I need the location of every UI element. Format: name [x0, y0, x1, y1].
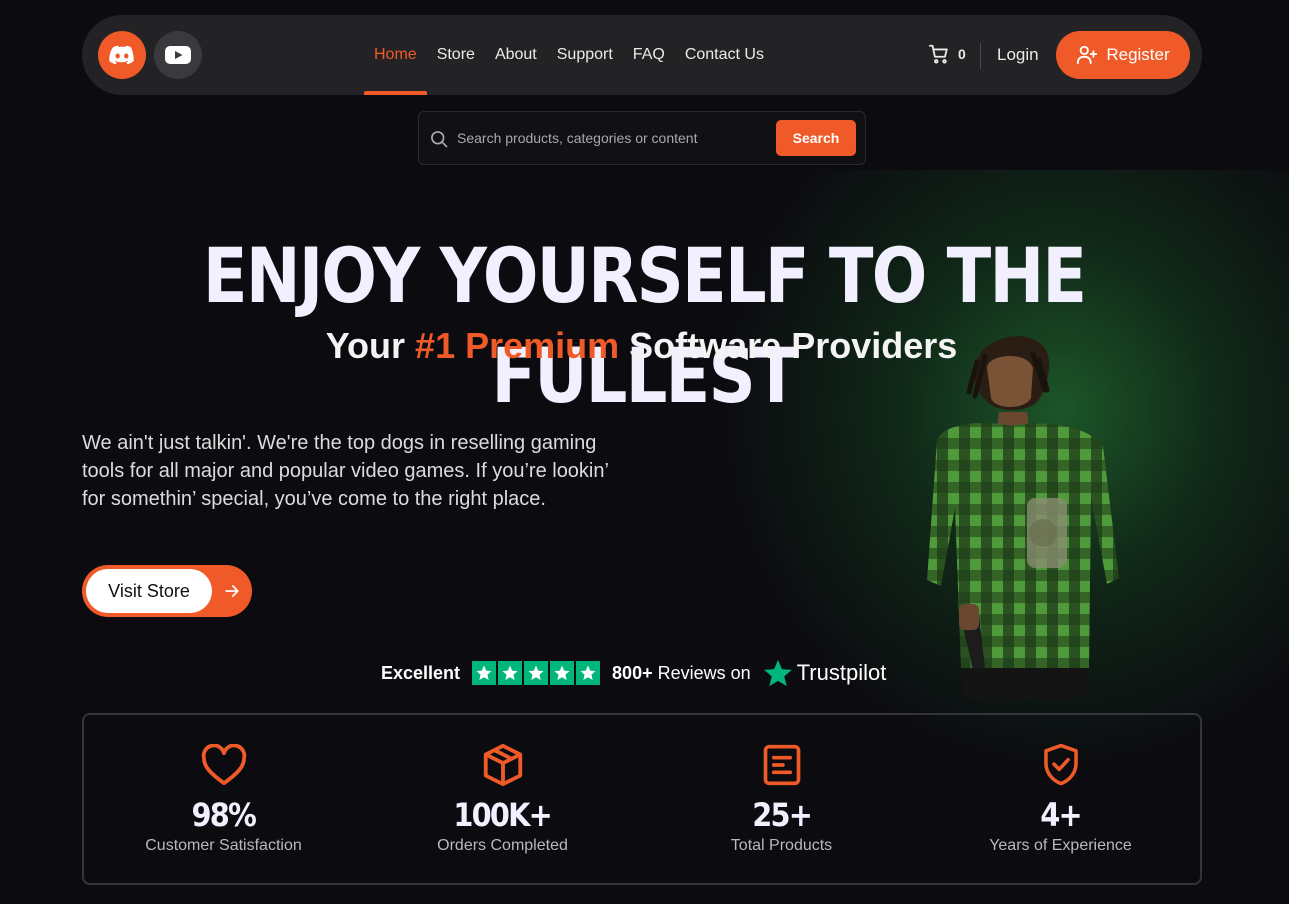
stat-value: 98%: [191, 796, 257, 834]
character-illustration: [927, 336, 1119, 698]
youtube-icon: [165, 46, 191, 64]
stat-value: 25+: [752, 796, 813, 834]
star-icon: [524, 661, 549, 685]
rating-text: Excellent: [381, 662, 461, 683]
main-nav: Home Store About Support FAQ Contact Us: [364, 15, 774, 95]
trustpilot-logo: Trustpilot: [763, 658, 887, 688]
stat-label: Orders Completed: [437, 837, 568, 854]
trustpilot-star-icon: [763, 659, 792, 687]
visit-store-button[interactable]: Visit Store: [82, 565, 252, 617]
trustpilot-brand: Trustpilot: [796, 660, 887, 685]
trustpilot-rating[interactable]: Excellent 800+ Reviews on Trustpilot: [381, 657, 886, 689]
register-button[interactable]: Register: [1056, 31, 1190, 79]
nav-divider: [980, 43, 981, 69]
stat-value: 100K+: [453, 796, 553, 834]
box-icon: [480, 741, 526, 789]
youtube-button[interactable]: [154, 31, 202, 79]
stats-panel: 98% Customer Satisfaction 100K+ Orders C…: [82, 713, 1202, 885]
star-icon: [550, 661, 575, 685]
stat-value: 4+: [1040, 796, 1082, 834]
nav-home[interactable]: Home: [364, 15, 427, 95]
search-icon: [431, 131, 448, 148]
rating-stars: [472, 661, 601, 685]
cart-count: 0: [958, 46, 966, 62]
subheadline-prefix: Your: [325, 325, 416, 366]
login-link[interactable]: Login: [997, 15, 1039, 95]
discord-button[interactable]: [98, 31, 146, 79]
stat-years-experience: 4+ Years of Experience: [921, 715, 1200, 883]
reviews-text: Reviews on: [657, 662, 751, 683]
navbar: Home Store About Support FAQ Contact Us …: [82, 15, 1202, 95]
nav-about[interactable]: About: [485, 15, 547, 95]
nav-contact-us[interactable]: Contact Us: [675, 15, 774, 95]
hero-description: We ain't just talkin'. We're the top dog…: [82, 432, 609, 510]
user-plus-icon: [1077, 45, 1098, 65]
nav-faq[interactable]: FAQ: [623, 15, 675, 95]
subheadline-accent: #1 Premium: [415, 325, 620, 366]
search-input[interactable]: [457, 124, 767, 152]
subheadline-suffix: Software Providers: [619, 325, 958, 366]
stat-total-products: 25+ Total Products: [642, 715, 921, 883]
reviews-count: 800+: [612, 662, 653, 683]
cart-icon: [928, 44, 948, 64]
arrow-right-icon: [225, 585, 239, 597]
star-icon: [576, 661, 601, 685]
star-icon: [472, 661, 497, 685]
nav-store[interactable]: Store: [427, 15, 485, 95]
stat-label: Customer Satisfaction: [145, 837, 302, 854]
shield-check-icon: [1041, 741, 1081, 789]
stat-orders-completed: 100K+ Orders Completed: [363, 715, 642, 883]
star-icon: [498, 661, 523, 685]
nav-support[interactable]: Support: [547, 15, 623, 95]
reviews-summary: 800+ Reviews on: [612, 663, 751, 684]
document-icon: [761, 741, 803, 789]
search-button[interactable]: Search: [776, 120, 856, 156]
search-bar: Search: [418, 111, 866, 165]
discord-icon: [109, 45, 134, 65]
stat-customer-satisfaction: 98% Customer Satisfaction: [84, 715, 363, 883]
visit-store-label: Visit Store: [86, 569, 212, 613]
register-label: Register: [1106, 45, 1170, 64]
cart-button[interactable]: 0: [928, 43, 966, 65]
stat-label: Total Products: [730, 837, 833, 854]
heart-icon: [201, 741, 247, 789]
stat-label: Years of Experience: [989, 837, 1132, 854]
